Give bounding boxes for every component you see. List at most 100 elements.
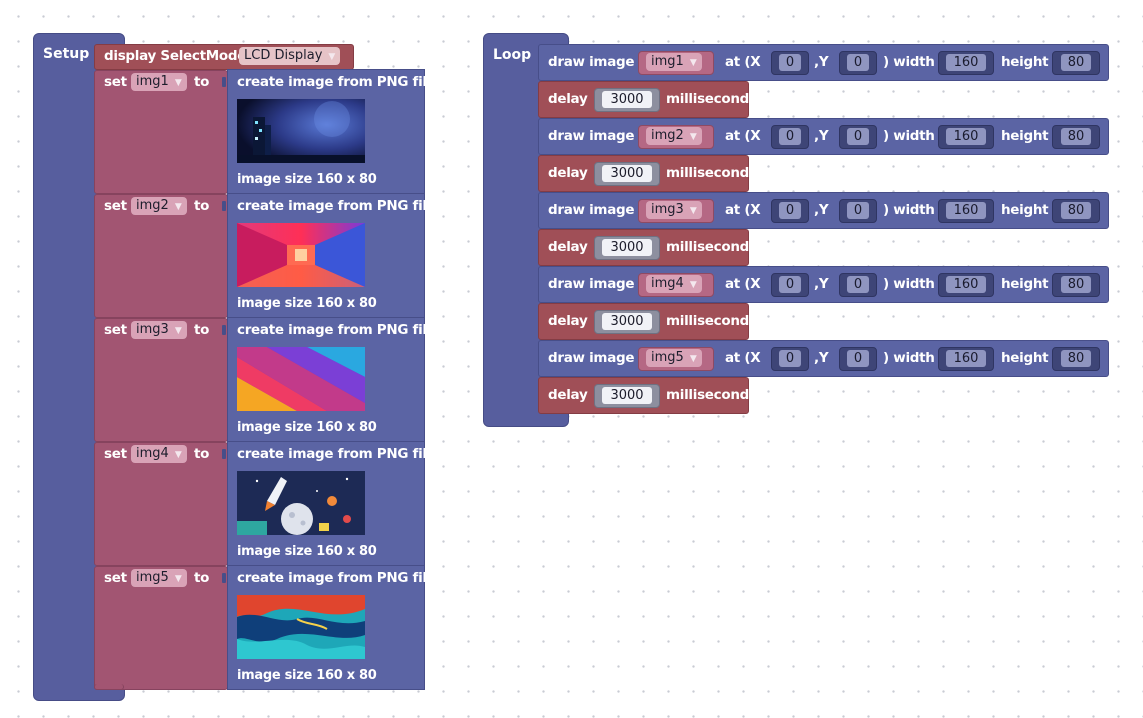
delay-value[interactable]: 3000 — [602, 165, 652, 182]
x-value[interactable]: 0 — [779, 350, 801, 367]
connector-notch — [222, 449, 226, 459]
delay-label: delay — [548, 165, 588, 181]
chevron-down-icon: ▼ — [174, 574, 182, 584]
image-variable-name: img5 — [651, 350, 684, 365]
chevron-down-icon: ▼ — [689, 354, 697, 364]
at-x-label: at (X — [725, 54, 761, 70]
image-size-label: image size 160 x 80 — [237, 296, 377, 311]
y-value[interactable]: 0 — [847, 128, 869, 145]
variable-dropdown[interactable]: img3 ▼ — [131, 321, 187, 339]
x-value[interactable]: 0 — [779, 276, 801, 293]
image-variable-name: img1 — [651, 54, 684, 69]
set-label: set — [104, 570, 127, 586]
variable-dropdown[interactable]: img5 ▼ — [131, 569, 187, 587]
x-value[interactable]: 0 — [779, 54, 801, 71]
png-image-preview[interactable] — [237, 347, 365, 411]
x-value[interactable]: 0 — [779, 202, 801, 219]
height-value[interactable]: 80 — [1061, 202, 1091, 219]
chevron-down-icon: ▼ — [689, 206, 697, 216]
height-label: height — [1001, 54, 1049, 70]
width-label: ) width — [883, 202, 935, 218]
draw-image-label: draw image — [548, 276, 635, 292]
delay-label: delay — [548, 91, 588, 107]
to-label: to — [194, 446, 210, 462]
height-label: height — [1001, 202, 1049, 218]
width-label: ) width — [883, 276, 935, 292]
millisecond-label: millisecond — [666, 239, 750, 255]
connector-notch — [222, 573, 226, 583]
height-value[interactable]: 80 — [1061, 128, 1091, 145]
setup-label: Setup — [43, 46, 90, 62]
image-variable-name: img4 — [651, 276, 684, 291]
variable-name: img3 — [136, 322, 169, 337]
chevron-down-icon: ▼ — [174, 326, 182, 336]
chevron-down-icon: ▼ — [689, 132, 697, 142]
height-label: height — [1001, 128, 1049, 144]
image-variable-name: img3 — [651, 202, 684, 217]
variable-dropdown[interactable]: img1 ▼ — [131, 73, 187, 91]
create-image-label: create image from PNG file — [237, 570, 436, 586]
image-variable-dropdown[interactable]: img1 ▼ — [646, 53, 702, 71]
delay-label: delay — [548, 313, 588, 329]
millisecond-label: millisecond — [666, 91, 750, 107]
millisecond-label: millisecond — [666, 165, 750, 181]
millisecond-label: millisecond — [666, 313, 750, 329]
y-value[interactable]: 0 — [847, 54, 869, 71]
image-variable-dropdown[interactable]: img2 ▼ — [646, 127, 702, 145]
delay-value[interactable]: 3000 — [602, 387, 652, 404]
image-variable-dropdown[interactable]: img4 ▼ — [646, 275, 702, 293]
image-variable-dropdown[interactable]: img3 ▼ — [646, 201, 702, 219]
y-value[interactable]: 0 — [847, 202, 869, 219]
chevron-down-icon: ▼ — [174, 202, 182, 212]
png-image-preview[interactable] — [237, 99, 365, 163]
connector-notch — [222, 77, 226, 87]
height-value[interactable]: 80 — [1061, 276, 1091, 293]
variable-dropdown[interactable]: img2 ▼ — [131, 197, 187, 215]
set-label: set — [104, 322, 127, 338]
chevron-down-icon: ▼ — [174, 78, 182, 88]
draw-image-label: draw image — [548, 128, 635, 144]
create-image-label: create image from PNG file — [237, 446, 436, 462]
create-image-label: create image from PNG file — [237, 322, 436, 338]
delay-value[interactable]: 3000 — [602, 239, 652, 256]
width-value[interactable]: 160 — [946, 54, 986, 71]
width-value[interactable]: 160 — [946, 350, 986, 367]
image-size-label: image size 160 x 80 — [237, 172, 377, 187]
at-x-label: at (X — [725, 276, 761, 292]
height-value[interactable]: 80 — [1061, 54, 1091, 71]
variable-name: img2 — [136, 198, 169, 213]
variable-dropdown[interactable]: img4 ▼ — [131, 445, 187, 463]
width-value[interactable]: 160 — [946, 276, 986, 293]
y-value[interactable]: 0 — [847, 350, 869, 367]
to-label: to — [194, 198, 210, 214]
height-label: height — [1001, 276, 1049, 292]
create-image-label: create image from PNG file — [237, 198, 436, 214]
set-label: set — [104, 74, 127, 90]
image-size-label: image size 160 x 80 — [237, 420, 377, 435]
width-label: ) width — [883, 350, 935, 366]
y-label: ,Y — [814, 350, 829, 366]
image-size-label: image size 160 x 80 — [237, 668, 377, 683]
width-value[interactable]: 160 — [946, 128, 986, 145]
to-label: to — [194, 570, 210, 586]
y-label: ,Y — [814, 276, 829, 292]
height-value[interactable]: 80 — [1061, 350, 1091, 367]
width-value[interactable]: 160 — [946, 202, 986, 219]
delay-value[interactable]: 3000 — [602, 313, 652, 330]
set-label: set — [104, 198, 127, 214]
millisecond-label: millisecond — [666, 387, 750, 403]
width-label: ) width — [883, 54, 935, 70]
png-image-preview[interactable] — [237, 595, 365, 659]
png-image-preview[interactable] — [237, 223, 365, 287]
set-label: set — [104, 446, 127, 462]
y-value[interactable]: 0 — [847, 276, 869, 293]
image-variable-dropdown[interactable]: img5 ▼ — [646, 349, 702, 367]
loop-label: Loop — [493, 47, 532, 63]
display-mode-dropdown[interactable]: LCD Display ▼ — [239, 47, 341, 65]
delay-value[interactable]: 3000 — [602, 91, 652, 108]
png-image-preview[interactable] — [237, 471, 365, 535]
draw-image-label: draw image — [548, 54, 635, 70]
x-value[interactable]: 0 — [779, 128, 801, 145]
width-label: ) width — [883, 128, 935, 144]
variable-name: img5 — [136, 570, 169, 585]
